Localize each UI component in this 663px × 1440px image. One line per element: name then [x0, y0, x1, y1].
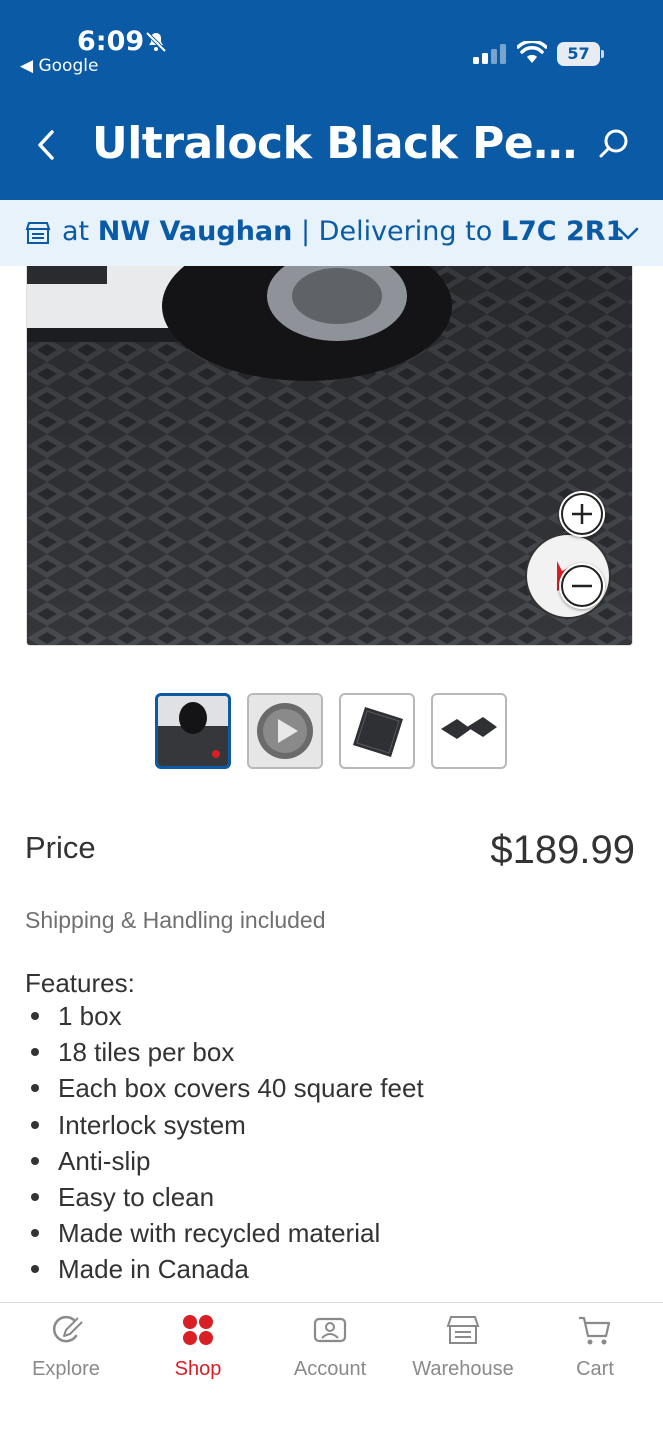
status-time: 6:09 — [77, 26, 145, 57]
feature-item: Anti-slip — [25, 1145, 424, 1181]
thumbnail-image — [158, 696, 228, 766]
zoom-in-button[interactable] — [559, 491, 605, 537]
postal-code: L7C 2R1 — [500, 216, 625, 247]
shop-icon — [183, 1315, 213, 1345]
zoom-out-button[interactable] — [559, 563, 605, 609]
tab-explore[interactable]: Explore — [0, 1312, 132, 1392]
thumbnail-4[interactable] — [431, 693, 507, 769]
wifi-icon — [517, 41, 547, 63]
feature-item: 1 box — [25, 1000, 424, 1036]
tile-pair-image — [441, 717, 497, 739]
tab-warehouse[interactable]: Warehouse — [397, 1312, 529, 1392]
tab-label: Shop — [174, 1358, 222, 1380]
delivering-label: Delivering to — [318, 216, 493, 247]
page-title: Ultralock Black Perforated Garage Floor … — [92, 118, 582, 169]
location-separator: | — [300, 216, 311, 247]
tile-image — [353, 707, 403, 757]
app-header: 6:09 ◀ Google 57 Ultralock Black Perfora… — [0, 0, 663, 200]
cart-icon — [579, 1316, 611, 1345]
features-list: 1 box 18 tiles per box Each box covers 4… — [25, 1000, 424, 1290]
tab-label: Cart — [576, 1358, 614, 1380]
store-icon — [25, 222, 51, 244]
cellular-signal-icon — [473, 44, 506, 64]
chevron-down-icon[interactable] — [616, 224, 640, 242]
tab-account[interactable]: Account — [264, 1312, 396, 1392]
thumbnail-3[interactable] — [339, 693, 415, 769]
account-icon — [313, 1317, 347, 1343]
feature-item: Made in Canada — [25, 1253, 424, 1289]
battery-level: 57 — [557, 42, 600, 66]
bell-muted-icon — [145, 31, 167, 53]
floor-tile-photo — [27, 266, 632, 645]
battery-indicator: 57 — [557, 42, 605, 66]
back-chevron-icon[interactable] — [32, 126, 62, 164]
location-prefix: at — [62, 216, 90, 247]
tab-shop[interactable]: Shop — [132, 1312, 264, 1392]
tab-cart[interactable]: Cart — [529, 1312, 661, 1392]
feature-item: 18 tiles per box — [25, 1036, 424, 1072]
thumbnail-1[interactable] — [155, 693, 231, 769]
tab-label: Account — [293, 1358, 367, 1380]
price-value: $189.99 — [490, 828, 635, 872]
product-image[interactable] — [26, 266, 633, 646]
tab-label: Explore — [32, 1358, 100, 1380]
features-title: Features: — [25, 968, 135, 998]
price-label: Price — [25, 830, 96, 865]
back-to-app-link[interactable]: ◀ Google — [20, 56, 98, 76]
location-text[interactable]: at NW Vaughan | Delivering to L7C 2R1 — [62, 216, 624, 247]
back-app-label: Google — [38, 56, 99, 76]
feature-item: Made with recycled material — [25, 1217, 424, 1253]
thumbnail-video[interactable] — [247, 693, 323, 769]
play-video-icon — [249, 695, 321, 767]
feature-item: Each box covers 40 square feet — [25, 1072, 424, 1108]
minus-icon — [561, 565, 603, 607]
feature-item: Interlock system — [25, 1109, 424, 1145]
search-icon[interactable] — [596, 126, 632, 162]
warehouse-icon — [446, 1316, 480, 1344]
shipping-note: Shipping & Handling included — [25, 907, 326, 933]
tab-label: Warehouse — [412, 1358, 514, 1380]
plus-icon — [561, 493, 603, 535]
explore-icon — [53, 1315, 83, 1343]
store-name: NW Vaughan — [97, 216, 293, 247]
feature-item: Easy to clean — [25, 1181, 424, 1217]
